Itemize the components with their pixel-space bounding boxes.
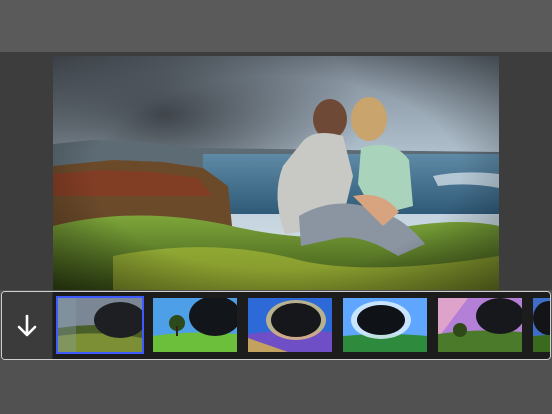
photo-preview[interactable]: [53, 56, 499, 290]
filter-thumb-dark-partial[interactable]: [531, 296, 550, 354]
filter-thumb-golden-glow[interactable]: [246, 296, 334, 354]
bottom-toolbar: [0, 360, 552, 414]
top-toolbar: [0, 0, 552, 52]
filter-thumbnail-list: [56, 296, 550, 356]
filter-thumb-dark-eclipse[interactable]: [56, 296, 144, 354]
download-button[interactable]: [2, 292, 53, 359]
arrow-down-icon: [17, 314, 37, 336]
filter-thumb-purple-sunset[interactable]: [436, 296, 524, 354]
filter-filmstrip: [1, 291, 551, 360]
filter-thumb-tree-field[interactable]: [151, 296, 239, 354]
filter-thumb-blue-ring[interactable]: [341, 296, 429, 354]
